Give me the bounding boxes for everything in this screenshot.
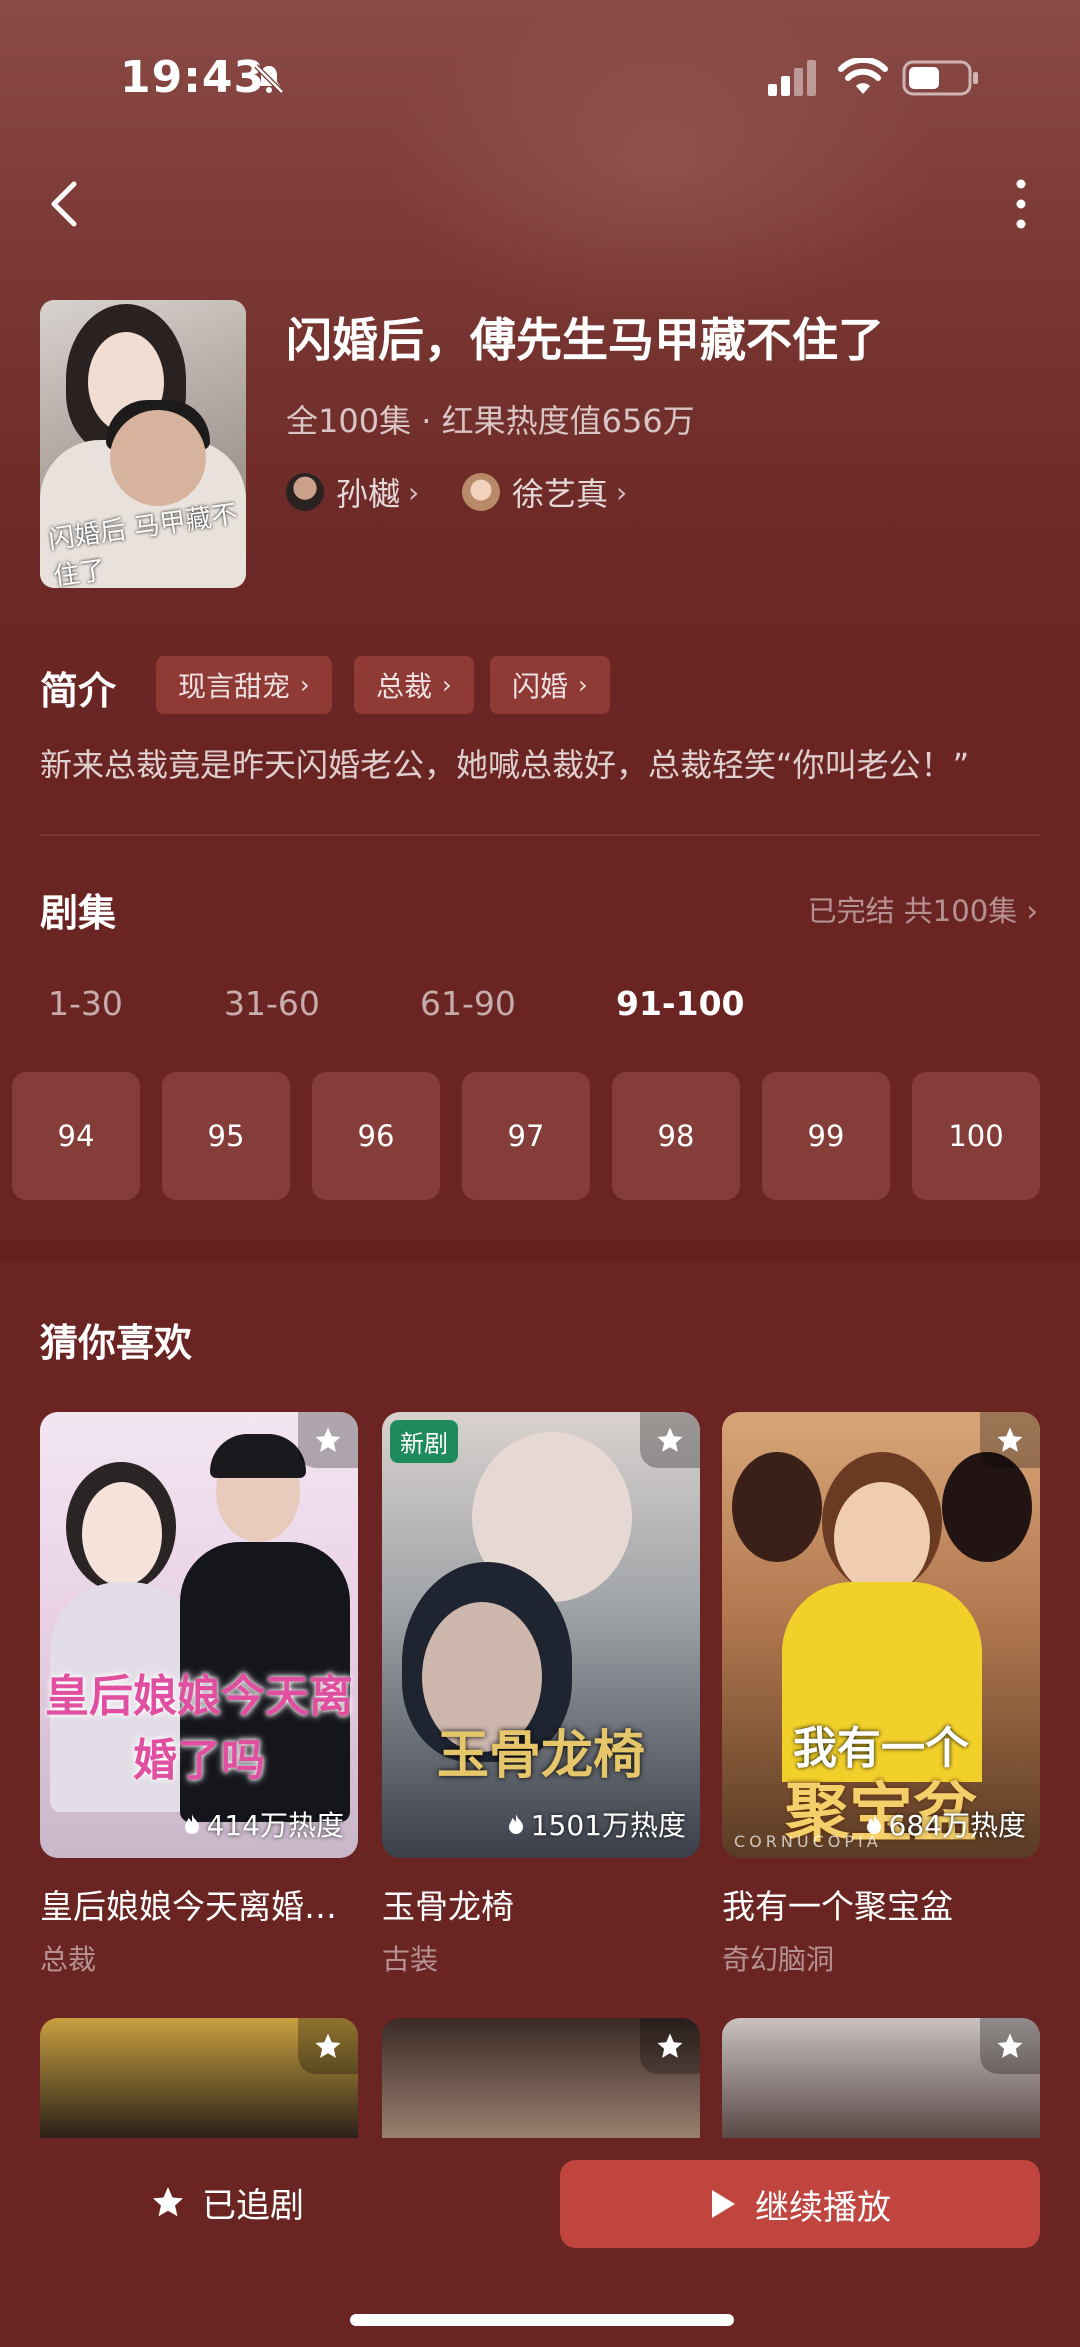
play-icon bbox=[712, 2190, 735, 2218]
actor-name: 徐艺真 bbox=[512, 475, 609, 513]
recommend-card-partial[interactable] bbox=[382, 2018, 700, 2138]
heat-label: 684万热度 bbox=[865, 1804, 1026, 1844]
star-badge[interactable] bbox=[298, 2018, 358, 2074]
new-badge: 新剧 bbox=[390, 1420, 458, 1463]
episode-button[interactable]: 97 bbox=[462, 1072, 590, 1200]
episode-range-tab[interactable]: 61-90 bbox=[420, 984, 516, 1023]
flame-icon bbox=[184, 1814, 199, 1834]
recommend-heading: 猜你喜欢 bbox=[40, 1321, 193, 1365]
recommend-card[interactable]: 我有一个 聚宝盆 CORNUCOPIA 684万热度 我有一个聚宝盆 奇幻脑洞 bbox=[722, 1412, 1040, 1978]
genre-tag-2[interactable]: 总裁 › bbox=[354, 656, 474, 714]
recommend-card[interactable]: 皇后娘娘今天离婚了吗 414万热度 皇后娘娘今天离婚… 总裁 bbox=[40, 1412, 358, 1978]
synopsis-text: 新来总裁竟是昨天闪婚老公，她喊总裁好，总裁轻笑“你叫老公！” bbox=[40, 746, 970, 784]
episode-range-tab-active[interactable]: 91-100 bbox=[616, 984, 745, 1023]
genre-tag-3[interactable]: 闪婚 › bbox=[490, 656, 610, 714]
actor-link-2[interactable]: 徐艺真 › bbox=[462, 470, 627, 514]
episode-button[interactable]: 98 bbox=[612, 1072, 740, 1200]
episode-grid: 94 95 96 97 98 99 100 bbox=[0, 1072, 1080, 1200]
synopsis-heading: 简介 bbox=[40, 669, 117, 713]
episodes-status-link[interactable]: 已完结 共100集 › bbox=[808, 888, 1038, 930]
drama-cover-image[interactable]: 闪婚后 马甲藏不住了 bbox=[40, 300, 246, 588]
chevron-right-icon: › bbox=[616, 475, 628, 509]
chevron-right-icon: › bbox=[1026, 894, 1038, 928]
card-title: 皇后娘娘今天离婚… bbox=[40, 1887, 337, 1926]
wifi-icon bbox=[838, 58, 888, 94]
drama-meta: 全100集 · 红果热度值656万 bbox=[286, 402, 695, 440]
episode-range-tab[interactable]: 1-30 bbox=[48, 984, 123, 1023]
drama-title: 闪婚后，傅先生马甲藏不住了 bbox=[286, 313, 884, 367]
episode-button[interactable]: 100 bbox=[912, 1072, 1040, 1200]
section-separator bbox=[0, 1240, 1080, 1262]
star-badge[interactable] bbox=[298, 1412, 358, 1468]
flame-icon bbox=[866, 1814, 881, 1834]
back-button[interactable] bbox=[44, 178, 84, 230]
recommend-card-partial[interactable] bbox=[722, 2018, 1040, 2138]
episodes-heading: 剧集 bbox=[40, 891, 117, 935]
poster-image: 皇后娘娘今天离婚了吗 414万热度 bbox=[40, 1412, 358, 1858]
episode-button[interactable]: 94 bbox=[12, 1072, 140, 1200]
star-badge[interactable] bbox=[640, 2018, 700, 2074]
poster-art-subtitle: CORNUCOPIA bbox=[734, 1832, 882, 1851]
chevron-right-icon: › bbox=[578, 671, 588, 699]
card-title: 我有一个聚宝盆 bbox=[722, 1887, 953, 1926]
episode-button[interactable]: 96 bbox=[312, 1072, 440, 1200]
star-badge[interactable] bbox=[640, 1412, 700, 1468]
star-icon bbox=[997, 2033, 1023, 2058]
card-genre: 古装 bbox=[382, 1943, 439, 1976]
recommend-card-partial[interactable] bbox=[40, 2018, 358, 2138]
poster-art-title: 玉骨龙椅 bbox=[436, 1725, 645, 1786]
divider bbox=[40, 834, 1040, 836]
follow-button[interactable]: 已追剧 bbox=[150, 2162, 304, 2242]
heat-label: 1501万热度 bbox=[507, 1804, 686, 1844]
actor-avatar bbox=[462, 473, 500, 511]
card-genre: 奇幻脑洞 bbox=[722, 1943, 835, 1976]
actor-avatar bbox=[286, 473, 324, 511]
star-icon bbox=[997, 1427, 1023, 1452]
actor-link-1[interactable]: 孙樾 › bbox=[286, 470, 419, 514]
star-icon bbox=[315, 2033, 341, 2058]
poster-image: 我有一个 聚宝盆 CORNUCOPIA 684万热度 bbox=[722, 1412, 1040, 1858]
status-bar: 19:43 bbox=[0, 0, 1080, 150]
episode-button[interactable]: 95 bbox=[162, 1072, 290, 1200]
chevron-right-icon: › bbox=[300, 671, 310, 699]
poster-art-title: 皇后娘娘今天离婚了吗 bbox=[45, 1671, 353, 1786]
flame-icon bbox=[508, 1814, 523, 1834]
chevron-right-icon: › bbox=[408, 475, 420, 509]
episode-button[interactable]: 99 bbox=[762, 1072, 890, 1200]
battery-icon bbox=[902, 60, 978, 96]
star-icon bbox=[153, 2187, 183, 2217]
actor-name: 孙樾 bbox=[336, 475, 401, 513]
star-icon bbox=[315, 1427, 341, 1452]
cellular-signal-icon bbox=[768, 60, 816, 96]
more-options-icon[interactable] bbox=[1004, 176, 1038, 232]
star-badge[interactable] bbox=[980, 2018, 1040, 2074]
status-time: 19:43 bbox=[120, 52, 266, 103]
home-indicator bbox=[350, 2314, 734, 2326]
heat-label: 414万热度 bbox=[183, 1804, 344, 1844]
chevron-right-icon: › bbox=[442, 671, 452, 699]
recommend-card[interactable]: 玉骨龙椅 新剧 1501万热度 玉骨龙椅 古装 bbox=[382, 1412, 700, 1978]
continue-play-button[interactable]: 继续播放 bbox=[560, 2160, 1040, 2248]
card-title: 玉骨龙椅 bbox=[382, 1887, 514, 1926]
star-icon bbox=[657, 1427, 683, 1452]
episode-range-tab[interactable]: 31-60 bbox=[224, 984, 320, 1023]
star-icon bbox=[657, 2033, 683, 2058]
genre-tag-1[interactable]: 现言甜宠 › bbox=[156, 656, 332, 714]
bell-muted-icon bbox=[254, 64, 284, 94]
poster-image: 玉骨龙椅 新剧 1501万热度 bbox=[382, 1412, 700, 1858]
star-badge[interactable] bbox=[980, 1412, 1040, 1468]
card-genre: 总裁 bbox=[40, 1943, 97, 1976]
